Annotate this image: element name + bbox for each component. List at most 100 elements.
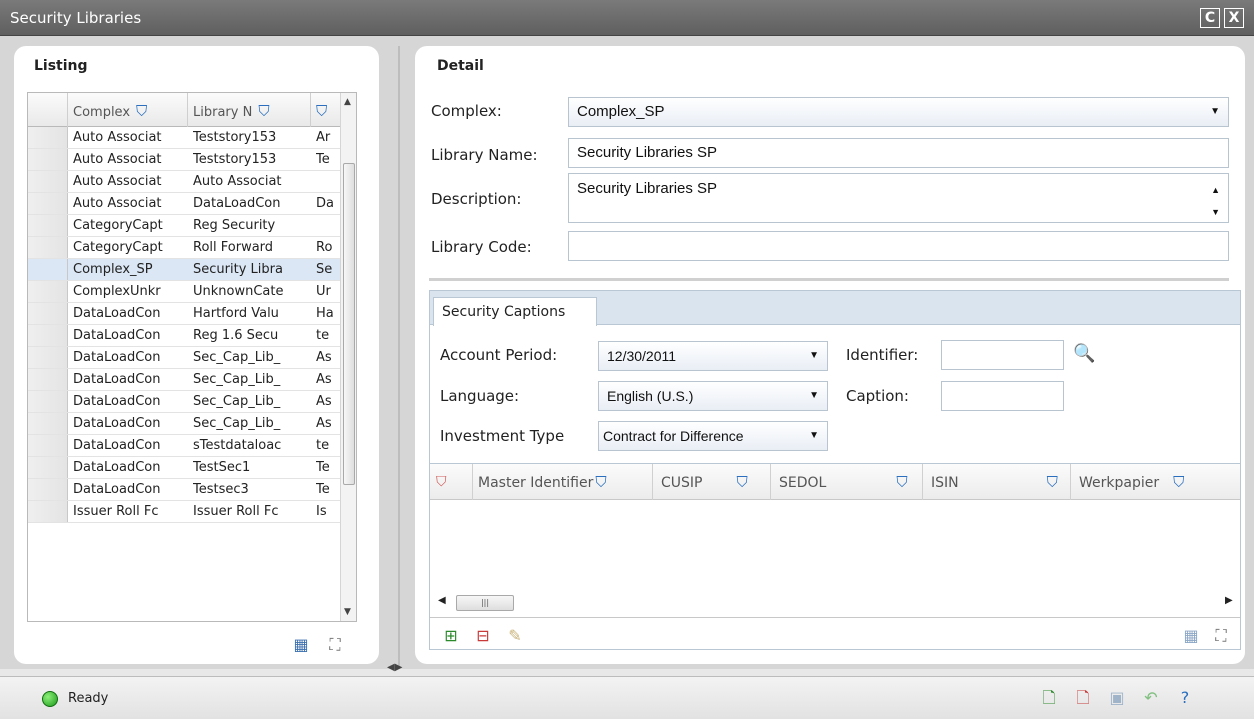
search-icon[interactable]: 🔍 bbox=[1073, 343, 1095, 364]
tab-security-captions[interactable]: Security Captions bbox=[433, 297, 597, 326]
window-title: Security Libraries bbox=[10, 9, 142, 27]
table-row[interactable]: DataLoadCon Reg 1.6 Secu te bbox=[28, 325, 342, 347]
delete-document-icon[interactable]: 🗋 bbox=[1074, 689, 1092, 707]
filter-icon[interactable]: ⛉ bbox=[595, 473, 606, 491]
column-cusip[interactable]: CUSIP ⛉ bbox=[653, 464, 771, 500]
complex-cell: ComplexUnkr bbox=[73, 284, 161, 299]
scroll-left-arrow-icon[interactable]: ◀ bbox=[438, 595, 446, 606]
row-selector[interactable] bbox=[28, 215, 68, 236]
column-complex[interactable]: Complex ⛉ bbox=[68, 93, 188, 127]
panel-splitter[interactable]: ◀▶ bbox=[387, 46, 403, 674]
complex-cell: CategoryCapt bbox=[73, 240, 163, 255]
table-row[interactable]: DataLoadCon TestSec1 Te bbox=[28, 457, 342, 479]
row-selector[interactable] bbox=[28, 479, 68, 500]
scroll-up-arrow-icon[interactable]: ▲ bbox=[1211, 180, 1220, 200]
filter-icon[interactable]: ⛉ bbox=[136, 102, 147, 120]
table-row[interactable]: Auto Associat Teststory153 Ar bbox=[28, 127, 342, 149]
splitter-arrows-icon[interactable]: ◀▶ bbox=[387, 662, 402, 673]
table-row[interactable]: DataLoadCon Sec_Cap_Lib_ As bbox=[28, 347, 342, 369]
scroll-thumb[interactable]: ||| bbox=[456, 595, 514, 611]
description-textarea[interactable]: Security Libraries SP ▲ ▼ bbox=[568, 173, 1229, 223]
table-row[interactable]: DataLoadCon Sec_Cap_Lib_ As bbox=[28, 413, 342, 435]
scroll-thumb[interactable] bbox=[343, 163, 355, 485]
column-werkpapier[interactable]: Werkpapier ⛉ bbox=[1071, 464, 1240, 500]
expand-icon[interactable]: ⛶ bbox=[326, 636, 344, 654]
edit-icon[interactable]: ✎ bbox=[506, 627, 524, 645]
table-row[interactable]: DataLoadCon Sec_Cap_Lib_ As bbox=[28, 369, 342, 391]
row-selector[interactable] bbox=[28, 281, 68, 302]
scroll-down-arrow-icon[interactable]: ▼ bbox=[1211, 202, 1220, 222]
table-row[interactable]: CategoryCapt Reg Security bbox=[28, 215, 342, 237]
grid-settings-icon[interactable]: ▦ bbox=[1182, 627, 1200, 645]
table-row[interactable]: DataLoadCon sTestdataloac te bbox=[28, 435, 342, 457]
table-row[interactable]: CategoryCapt Roll Forward Ro bbox=[28, 237, 342, 259]
investment-type-select[interactable]: Contract for Difference ▼ bbox=[598, 421, 828, 451]
captions-hscrollbar[interactable]: ◀ ||| ▶ bbox=[430, 594, 1240, 612]
row-selector[interactable] bbox=[28, 413, 68, 434]
expand-icon[interactable]: ⛶ bbox=[1212, 627, 1230, 645]
row-selector[interactable] bbox=[28, 127, 68, 148]
library-name-input[interactable]: Security Libraries SP bbox=[568, 138, 1229, 168]
caption-input[interactable] bbox=[941, 381, 1064, 411]
filter-icon[interactable]: ⛉ bbox=[896, 473, 907, 491]
scroll-down-arrow-icon[interactable]: ▼ bbox=[344, 607, 351, 617]
row-selector[interactable] bbox=[28, 259, 68, 280]
undo-icon[interactable]: ↶ bbox=[1142, 689, 1160, 707]
clear-filter-icon[interactable]: ⛉ bbox=[430, 464, 473, 500]
description-cell: As bbox=[316, 394, 332, 409]
help-icon[interactable]: ? bbox=[1176, 689, 1194, 707]
add-row-icon[interactable]: ⊞ bbox=[442, 627, 460, 645]
column-library-name[interactable]: Library N ⛉ bbox=[188, 93, 311, 127]
table-row[interactable]: Issuer Roll Fc Issuer Roll Fc Is bbox=[28, 501, 342, 523]
library-code-input[interactable] bbox=[568, 231, 1229, 261]
language-select[interactable]: English (U.S.) ▼ bbox=[598, 381, 828, 411]
column-master-identifier[interactable]: Master Identifier ⛉ bbox=[473, 464, 653, 500]
column-sedol[interactable]: SEDOL ⛉ bbox=[771, 464, 923, 500]
restore-button[interactable]: C bbox=[1200, 8, 1220, 28]
filter-icon[interactable]: ⛉ bbox=[1173, 473, 1184, 491]
new-document-icon[interactable]: 🗋 bbox=[1040, 689, 1058, 707]
table-row[interactable]: Auto Associat Auto Associat bbox=[28, 171, 342, 193]
column-description[interactable]: ⛉ bbox=[311, 93, 341, 127]
row-selector[interactable] bbox=[28, 457, 68, 478]
complex-cell: Complex_SP bbox=[73, 262, 153, 277]
row-selector[interactable] bbox=[28, 391, 68, 412]
library-name-cell: Testsec3 bbox=[193, 482, 249, 497]
listing-scrollbar[interactable]: ▲ ▼ bbox=[340, 93, 356, 621]
row-selector[interactable] bbox=[28, 435, 68, 456]
status-ok-icon bbox=[42, 691, 58, 707]
close-button[interactable]: X bbox=[1224, 8, 1244, 28]
table-row[interactable]: DataLoadCon Hartford Valu Ha bbox=[28, 303, 342, 325]
account-period-select[interactable]: 12/30/2011 ▼ bbox=[598, 341, 828, 371]
filter-icon[interactable]: ⛉ bbox=[736, 473, 747, 491]
row-selector[interactable] bbox=[28, 347, 68, 368]
identifier-input[interactable] bbox=[941, 340, 1064, 370]
table-row[interactable]: Auto Associat Teststory153 Te bbox=[28, 149, 342, 171]
table-row[interactable]: ComplexUnkr UnknownCate Ur bbox=[28, 281, 342, 303]
row-selector[interactable] bbox=[28, 237, 68, 258]
table-row[interactable]: Complex_SP Security Libra Se bbox=[28, 259, 342, 281]
row-selector[interactable] bbox=[28, 501, 68, 522]
filter-icon[interactable]: ⛉ bbox=[1047, 473, 1058, 491]
column-isin[interactable]: ISIN ⛉ bbox=[923, 464, 1071, 500]
row-selector[interactable] bbox=[28, 369, 68, 390]
detail-panel: Detail Complex: Complex_SP ▼ Library Name… bbox=[415, 46, 1245, 664]
scroll-right-arrow-icon[interactable]: ▶ bbox=[1225, 595, 1233, 606]
description-cell: te bbox=[316, 328, 330, 343]
row-selector[interactable] bbox=[28, 303, 68, 324]
row-selector[interactable] bbox=[28, 325, 68, 346]
save-icon[interactable]: ▣ bbox=[1108, 689, 1126, 707]
complex-select[interactable]: Complex_SP ▼ bbox=[568, 97, 1229, 127]
table-row[interactable]: DataLoadCon Sec_Cap_Lib_ As bbox=[28, 391, 342, 413]
table-row[interactable]: DataLoadCon Testsec3 Te bbox=[28, 479, 342, 501]
delete-row-icon[interactable]: ⊟ bbox=[474, 627, 492, 645]
row-selector[interactable] bbox=[28, 149, 68, 170]
row-selector[interactable] bbox=[28, 171, 68, 192]
complex-cell: Auto Associat bbox=[73, 196, 162, 211]
filter-icon[interactable]: ⛉ bbox=[316, 102, 327, 120]
scroll-up-arrow-icon[interactable]: ▲ bbox=[344, 97, 351, 107]
row-selector[interactable] bbox=[28, 193, 68, 214]
filter-icon[interactable]: ⛉ bbox=[258, 102, 269, 120]
table-row[interactable]: Auto Associat DataLoadCon Da bbox=[28, 193, 342, 215]
grid-settings-icon[interactable]: ▦ bbox=[292, 636, 310, 654]
